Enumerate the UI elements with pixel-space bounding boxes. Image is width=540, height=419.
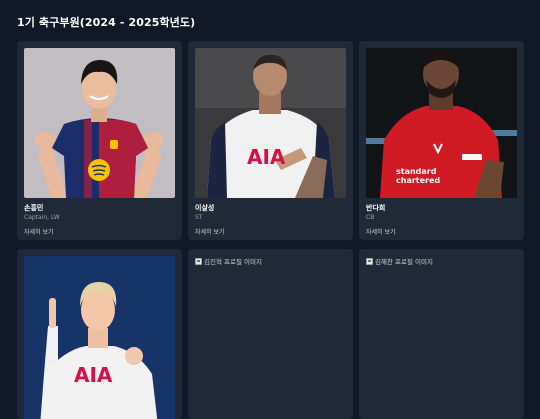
image-alt-text: 김해찬 프로필 이미지: [375, 258, 433, 266]
player-photo-1: [24, 48, 175, 198]
player-position: Captain, LW: [24, 214, 60, 221]
svg-text:AIA: AIA: [247, 145, 286, 169]
broken-image-icon: [195, 257, 202, 265]
player-photo-4: AIA: [24, 256, 175, 419]
player-card-6[interactable]: 김해찬 프로필 이미지: [359, 249, 524, 419]
page-title: 1기 축구부원(2024 - 2025학년도): [17, 16, 196, 29]
player-card-1[interactable]: 손흥민 Captain, LW 자세히 보기: [17, 41, 182, 240]
player-position: CB: [366, 214, 375, 221]
player-photo-3: standard chartered: [366, 48, 517, 198]
broken-image-icon: [366, 257, 373, 265]
player-name: 이살성: [195, 204, 215, 212]
player-card-4[interactable]: AIA: [17, 249, 182, 419]
player-name: 반다희: [366, 204, 386, 212]
svg-text:AIA: AIA: [74, 363, 113, 387]
svg-text:chartered: chartered: [396, 176, 440, 185]
broken-profile-image: 김해찬 프로필 이미지: [366, 256, 433, 266]
player-position: ST: [195, 214, 203, 221]
svg-text:standard: standard: [396, 167, 437, 176]
player-name: 손흥민: [24, 204, 44, 212]
player-card-5[interactable]: 김진혁 프로필 이미지: [188, 249, 353, 419]
player-card-3[interactable]: standard chartered 반다희 CB 자세히 보기: [359, 41, 524, 240]
image-alt-text: 김진혁 프로필 이미지: [204, 258, 262, 266]
broken-profile-image: 김진혁 프로필 이미지: [195, 256, 262, 266]
view-details-link[interactable]: 자세히 보기: [24, 227, 54, 236]
player-card-2[interactable]: AIA 이살성 ST 자세히 보기: [188, 41, 353, 240]
view-details-link[interactable]: 자세히 보기: [366, 227, 396, 236]
view-details-link[interactable]: 자세히 보기: [195, 227, 225, 236]
player-photo-2: AIA: [195, 48, 346, 198]
